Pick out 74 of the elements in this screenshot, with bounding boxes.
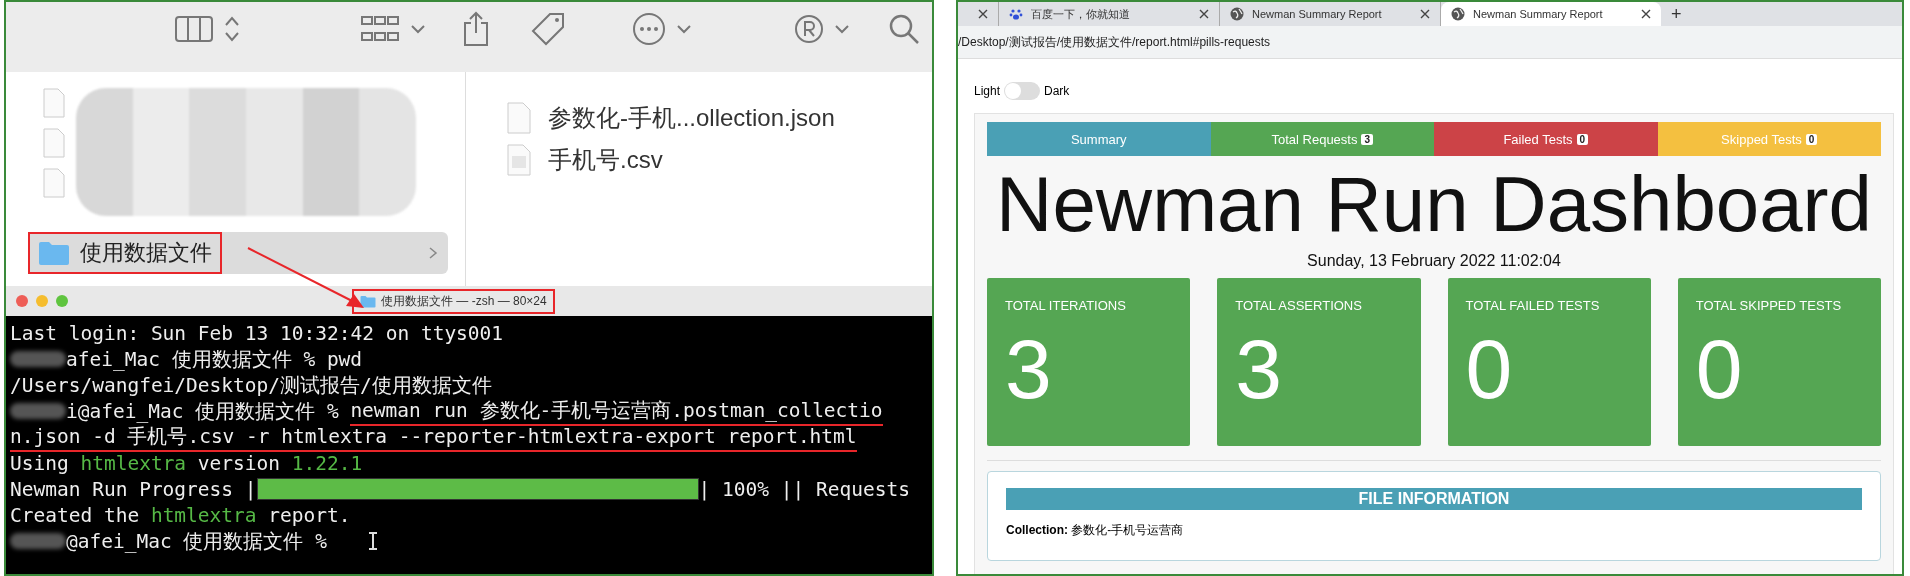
terminal-text: i@afei_Mac 使用数据文件 % [66,398,340,425]
address-bar[interactable]: /Desktop/测试报告/使用数据文件/report.html#pills-requests [958,26,1902,59]
close-icon[interactable] [1199,9,1209,19]
stat-value: 3 [1235,321,1283,418]
folder-icon [360,294,376,308]
theme-label: Light [974,84,1001,98]
terminal-text: Last login: Sun Feb 13 10:32:42 on ttys001 [10,321,504,345]
folder-row[interactable]: 使用数据文件 [28,232,448,274]
terminal-text: version [196,451,282,475]
close-icon[interactable] [1641,9,1651,19]
document-icon [42,168,66,198]
terminal-text: afei_Mac 使用数据文件 % pwd [66,346,363,373]
stat-value: 0 [1465,321,1514,418]
column-view-icon[interactable] [174,14,214,44]
close-icon[interactable] [1420,9,1430,19]
document-icon [506,144,532,176]
terminal-text: /Users/wangfei/Desktop/测试报告/使用数据文件 [10,372,492,399]
nav-pill[interactable]: Skipped Tests 0 [1657,122,1881,156]
terminal-text: htmlextra [150,503,257,527]
theme-label: Dark [1044,84,1070,98]
document-icon [506,102,532,134]
window-title: 使用数据文件 — -zsh — 80×24 [381,292,547,310]
count-badge: 3 [1361,133,1374,145]
chevron-right-icon [428,246,438,260]
stat-value: 3 [1005,321,1053,418]
nav-pill[interactable]: Total Requests 3 [1210,122,1434,156]
chevron-down-icon[interactable] [410,23,426,35]
text-cursor-icon [366,531,379,551]
document-icon [42,128,66,158]
field-label: Collection: [1006,523,1068,537]
stat-value: 0 [1695,321,1744,418]
stat-label: TOTAL ITERATIONS [1005,298,1127,313]
browser-tab[interactable]: Newman Summary Report [1441,2,1661,26]
terminal-text: newman run 参数化-手机号运营商.postman_collectio [350,396,883,426]
globe-icon [1451,7,1465,21]
folder-name: 使用数据文件 [80,239,212,267]
stat-label: TOTAL SKIPPED TESTS [1695,298,1843,313]
field-value: 参数化-手机号运营商 [1071,523,1184,537]
stat-label: TOTAL FAILED TESTS [1465,298,1601,313]
chevron-down-icon[interactable] [676,23,692,35]
close-button[interactable] [16,295,28,307]
section-header: FILE INFORMATION [1006,488,1862,510]
terminal-text: htmlextra [80,451,187,475]
file-item[interactable]: 手机号.csv [506,144,835,176]
more-icon[interactable] [632,12,666,46]
search-icon[interactable] [888,13,920,45]
paw-icon [1009,7,1023,21]
close-icon[interactable] [978,9,988,19]
terminal-text: | 100% || Requests [698,477,910,501]
folder-icon [38,240,70,266]
dashboard-title: Newman Run Dashboard [995,159,1873,250]
terminal-text: n.json -d 手机号.csv -r htmlextra --reporter-htmlextra-export report.html [10,422,857,452]
terminal-text: @afei_Mac 使用数据文件 % [66,528,327,555]
terminal-text: 1.22.1 [291,451,363,475]
terminal-text: report. [267,503,351,527]
registered-icon[interactable] [794,14,824,44]
share-icon[interactable] [462,11,490,47]
up-down-chevron-icon[interactable] [224,15,240,43]
terminal-text: Newman Run Progress | [10,477,257,501]
count-badge: 0 [1805,133,1818,145]
count-badge: 0 [1576,133,1589,145]
document-icon [42,88,66,118]
new-tab-button[interactable]: + [1661,2,1692,26]
globe-icon [1230,7,1244,21]
grid-view-icon[interactable] [360,15,400,43]
stat-label: TOTAL ASSERTIONS [1235,298,1363,313]
tag-icon[interactable] [530,11,566,47]
terminal-text: Using [10,451,70,475]
run-date: Sunday, 13 February 2022 11:02:04 [1306,252,1562,270]
chevron-down-icon[interactable] [834,23,850,35]
nav-pill[interactable]: Failed Tests 0 [1434,122,1658,156]
theme-switch[interactable] [1004,82,1041,100]
file-item[interactable]: 参数化-手机...ollection.json [506,102,835,134]
terminal-text: Created the [10,503,141,527]
